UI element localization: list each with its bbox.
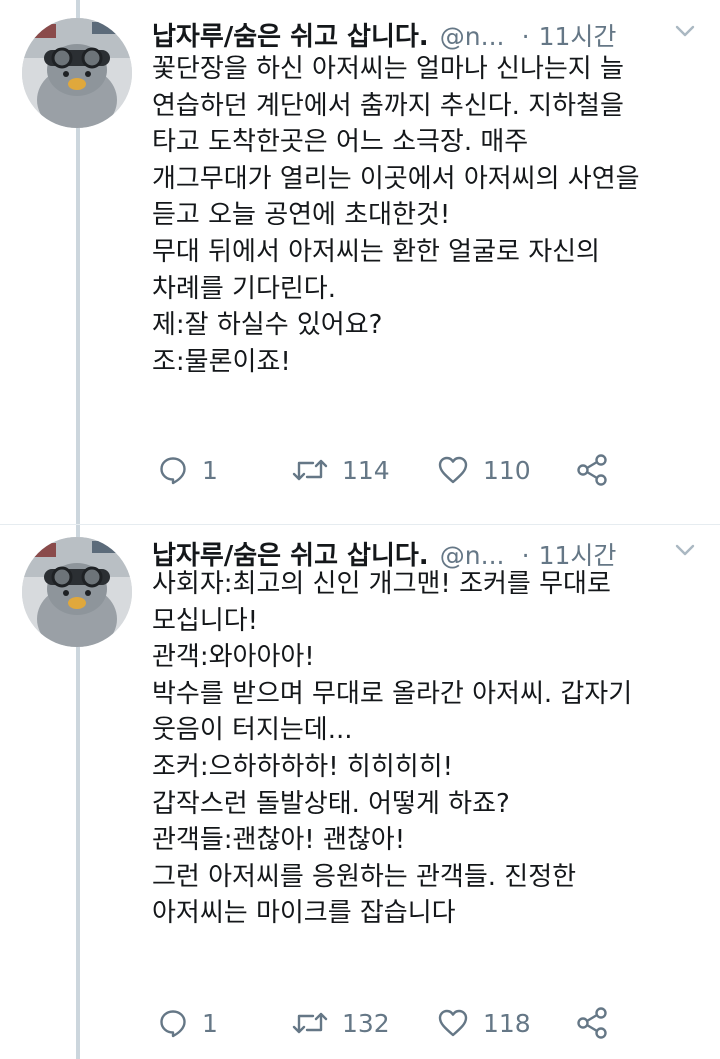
tweet-text-line: 조:물론이죠!	[152, 346, 291, 377]
tweet-text-line: 관객:와아아아!	[152, 642, 315, 673]
tweet-text-line: 듣고 오늘 공연에 초대한것!	[152, 200, 451, 231]
tweet-text-line: 박수를 받으며 무대로 올라간 아저씨. 갑자기	[152, 678, 633, 709]
retweet-button[interactable]: 114	[292, 450, 390, 490]
reply-count: 1	[202, 455, 218, 485]
avatar[interactable]	[22, 18, 132, 128]
username-handle[interactable]: @n...	[440, 22, 505, 51]
tweet[interactable]: 납자루/숨은 쉬고 삽니다. @n... · 11시간 사회자:최고의 신인 개…	[0, 525, 720, 1059]
timestamp[interactable]: 11시간	[539, 22, 617, 51]
chevron-down-icon[interactable]	[674, 539, 696, 561]
tweet-actions: 1 114 110	[152, 450, 692, 490]
tweet-text-line: 꽃단장을 하신 아저씨는 얼마나 신나는지 늘	[152, 54, 624, 84]
tweet-text-line: 타고 도착한곳은 어느 소극장. 매주	[152, 127, 529, 158]
heart-icon	[437, 455, 469, 485]
separator: ·	[521, 22, 530, 51]
tweet-text-line: 그런 아저씨를 응원하는 관객들. 진정한	[152, 861, 577, 892]
tweet-text: 꽃단장을 하신 아저씨는 얼마나 신나는지 늘 연습하던 계단에서 춤까지 추신…	[152, 51, 702, 380]
reply-icon	[158, 1008, 188, 1038]
display-name[interactable]: 납자루/숨은 쉬고 삽니다.	[152, 22, 429, 52]
tweet-actions: 1 132 118	[152, 1003, 692, 1043]
tweet-header: 납자루/숨은 쉬고 삽니다. @n... · 11시간	[152, 16, 700, 52]
share-button[interactable]	[576, 450, 608, 490]
share-icon	[576, 1007, 608, 1039]
tweet-text-line: 제:잘 하실수 있어요?	[152, 310, 383, 341]
tweet-text-line: 개그무대가 열리는 이곳에서 아저씨의 사연을	[152, 163, 640, 194]
heart-icon	[437, 1008, 469, 1038]
like-button[interactable]: 118	[437, 1003, 531, 1043]
retweet-count: 114	[342, 455, 390, 485]
reply-count: 1	[202, 1008, 218, 1038]
like-count: 110	[483, 455, 531, 485]
tweet-text-line: 관객들:괜찮아! 괜찮아!	[152, 825, 406, 856]
tweet-text-line: 차례를 기다린다.	[152, 273, 336, 304]
like-button[interactable]: 110	[437, 450, 531, 490]
reply-button[interactable]: 1	[158, 1003, 218, 1043]
tweet-text-line: 무대 뒤에서 아저씨는 환한 얼굴로 자신의	[152, 236, 600, 267]
reply-icon	[158, 455, 188, 485]
like-count: 118	[483, 1008, 531, 1038]
tweet-text-line: 사회자:최고의 신인 개그맨! 조커를 무대로	[152, 569, 611, 599]
share-button[interactable]	[576, 1003, 608, 1043]
tweet[interactable]: 납자루/숨은 쉬고 삽니다. @n... · 11시간 꽃단장을 하신 아저씨는…	[0, 0, 720, 525]
reply-button[interactable]: 1	[158, 450, 218, 490]
retweet-button[interactable]: 132	[292, 1003, 390, 1043]
avatar[interactable]	[22, 537, 132, 647]
tweet-text-line: 웃음이 터지는데...	[152, 715, 353, 746]
retweet-count: 132	[342, 1008, 390, 1038]
tweet-text-line: 아저씨는 마이크를 잡습니다	[152, 898, 456, 929]
retweet-icon	[292, 1008, 328, 1038]
tweet-text-line: 갑작스런 돌발상태. 어떻게 하죠?	[152, 788, 510, 819]
share-icon	[576, 454, 608, 486]
tweet-text-line: 연습하던 계단에서 춤까지 추신다. 지하철을	[152, 90, 624, 121]
tweet-text-line: 모십니다!	[152, 605, 259, 636]
tweet-text: 사회자:최고의 신인 개그맨! 조커를 무대로 모십니다! 관객:와아아아! 박…	[152, 566, 702, 932]
tweet-text-line: 조커:으하하하하! 히히히히!	[152, 751, 453, 782]
retweet-icon	[292, 455, 328, 485]
chevron-down-icon[interactable]	[674, 20, 696, 42]
